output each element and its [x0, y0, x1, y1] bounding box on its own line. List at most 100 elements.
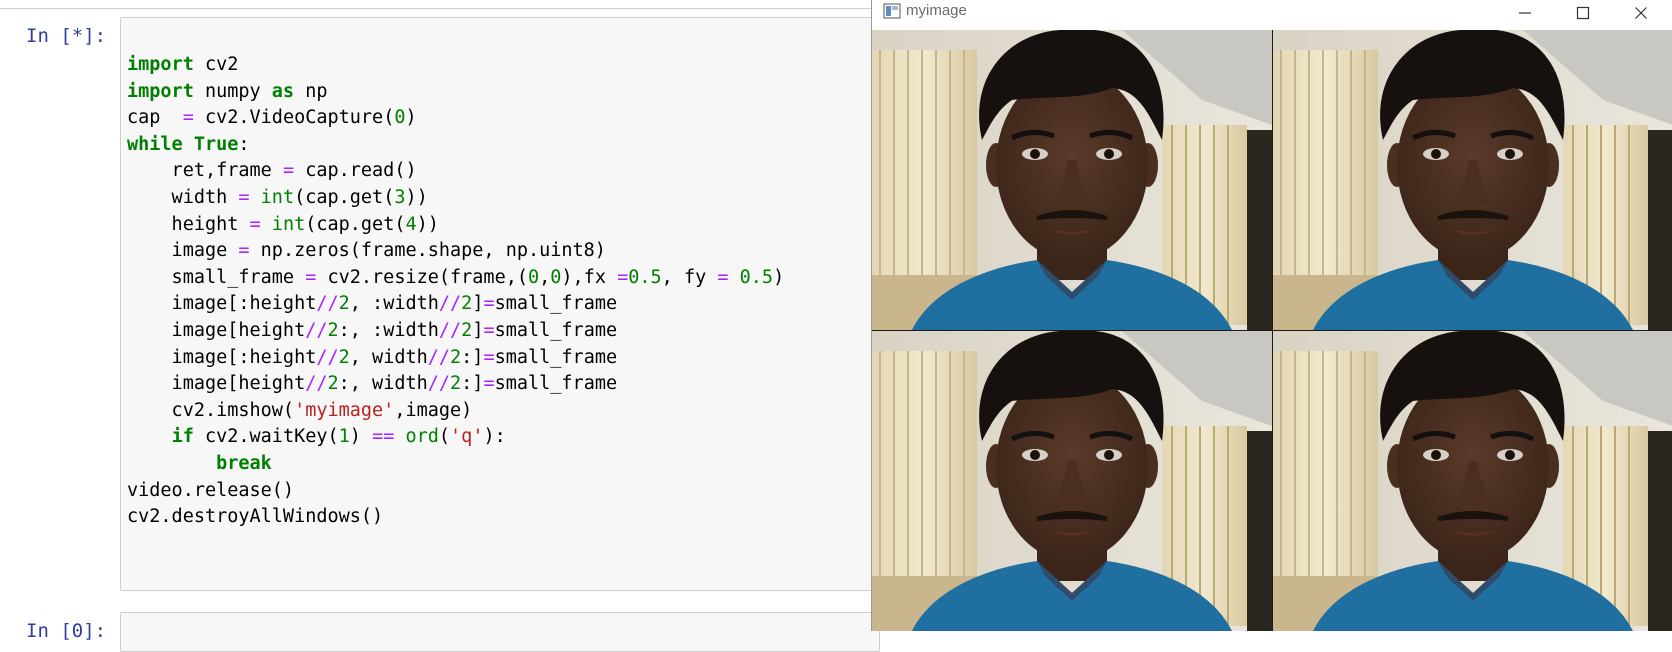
code-token: image[height	[127, 319, 306, 341]
code-token: cv2	[193, 54, 239, 75]
code-token: 0	[527, 266, 540, 288]
code-token: =	[717, 266, 729, 288]
minimize-button[interactable]	[1496, 0, 1554, 26]
code-token: 2	[327, 373, 339, 395]
code-token: //	[427, 346, 451, 368]
code-token: cv2.VideoCapture(	[193, 107, 395, 129]
app-window-icon	[883, 3, 901, 19]
code-token: ord	[405, 426, 439, 448]
code-line: image = np.zeros(frame.shape, np.uint8)	[127, 238, 784, 265]
code-token: =	[282, 160, 295, 182]
code-token: =	[483, 346, 495, 368]
code-line: import cv2	[127, 52, 784, 79]
code-token: :, width	[338, 373, 428, 395]
code-token: =	[238, 240, 250, 262]
code-token: , :width	[349, 293, 439, 315]
code-token: //	[316, 346, 339, 368]
webcam-frame-tile	[1273, 30, 1672, 330]
code-token: :	[238, 133, 250, 155]
code-line: image[height//2:, width//2:]=small_frame	[127, 371, 784, 398]
webcam-frame-image	[1273, 331, 1672, 631]
code-token: import	[127, 54, 194, 75]
code-token: 4	[405, 213, 417, 235]
code-token: //	[438, 293, 462, 315]
code-token: image[height	[127, 373, 306, 395]
code-token: 2	[338, 346, 350, 368]
code-token: //	[305, 373, 328, 395]
code-token: small_frame	[494, 346, 618, 368]
close-button[interactable]	[1612, 0, 1670, 26]
code-token: ]	[472, 293, 484, 315]
code-token: cap.read()	[294, 160, 417, 182]
code-token: :]	[461, 373, 484, 395]
webcam-frame-tile	[872, 30, 1272, 330]
code-token: cv2.waitKey(	[193, 426, 339, 448]
code-token: =	[182, 107, 194, 129]
code-token: 3	[394, 186, 406, 208]
code-token: 1	[338, 426, 350, 448]
code-token: video.release()	[127, 479, 295, 501]
code-token: cv2.resize(frame,(	[316, 266, 528, 288]
code-token: height	[127, 213, 250, 235]
code-token: (	[438, 426, 451, 448]
code-token: =	[617, 266, 629, 288]
close-icon	[1635, 7, 1647, 19]
code-line: ret,frame = cap.read()	[127, 158, 784, 185]
code-token: =	[249, 213, 261, 235]
code-token: :]	[461, 346, 484, 368]
code-token: 0	[550, 266, 562, 288]
image-grid	[872, 30, 1672, 631]
code-token: ret,frame	[127, 160, 283, 182]
next-code-cell[interactable]	[120, 612, 880, 652]
maximize-button[interactable]	[1554, 0, 1612, 26]
code-token: image[:height	[127, 293, 317, 315]
code-token: 2	[461, 319, 473, 341]
code-token: =	[483, 373, 495, 395]
webcam-frame-tile	[872, 331, 1272, 631]
code-token: ))	[405, 186, 428, 208]
code-token: cap	[127, 107, 183, 129]
code-line: height = int(cap.get(4))	[127, 212, 784, 239]
code-token: cv2.imshow(	[127, 399, 295, 421]
code-token: image	[127, 240, 239, 262]
window-titlebar[interactable]: myimage	[872, 0, 1672, 30]
code-token: small_frame	[494, 319, 618, 341]
window-title: myimage	[906, 2, 967, 19]
code-token: 2	[450, 346, 462, 368]
code-token: cv2.destroyAllWindows()	[127, 506, 384, 528]
code-token: break	[216, 452, 272, 474]
code-editor[interactable]: import cv2 import numpy as np cap = cv2.Vi…	[127, 52, 784, 531]
code-token: 2	[327, 319, 339, 341]
code-token: (cap.get(	[305, 213, 406, 235]
code-line: break	[127, 451, 784, 478]
next-cell-prompt: In [0]:	[26, 620, 107, 642]
code-token: int	[271, 213, 306, 235]
webcam-frame-tile	[1273, 331, 1672, 631]
code-line: video.release()	[127, 478, 784, 505]
webcam-frame-image	[872, 331, 1272, 631]
code-token: ),fx	[561, 266, 618, 288]
maximize-icon	[1576, 6, 1590, 20]
code-token: //	[438, 319, 462, 341]
code-token: )	[349, 426, 373, 448]
code-token: 'q'	[450, 426, 484, 448]
code-line: width = int(cap.get(3))	[127, 185, 784, 212]
image-window[interactable]: myimage	[871, 0, 1672, 631]
cell-prompt: In [*]:	[26, 25, 107, 47]
code-line: image[:height//2, width//2:]=small_frame	[127, 345, 784, 372]
webcam-frame-image	[872, 30, 1272, 330]
code-token: 0.5	[628, 266, 662, 288]
code-token: ):	[483, 426, 506, 448]
code-token: 0.5	[739, 266, 774, 288]
code-token: )	[773, 266, 785, 288]
code-token: small_frame	[494, 373, 618, 395]
code-token: True	[193, 133, 239, 155]
code-token: =	[305, 266, 317, 288]
code-line: cap = cv2.VideoCapture(0)	[127, 105, 784, 132]
notebook-divider	[0, 8, 875, 9]
